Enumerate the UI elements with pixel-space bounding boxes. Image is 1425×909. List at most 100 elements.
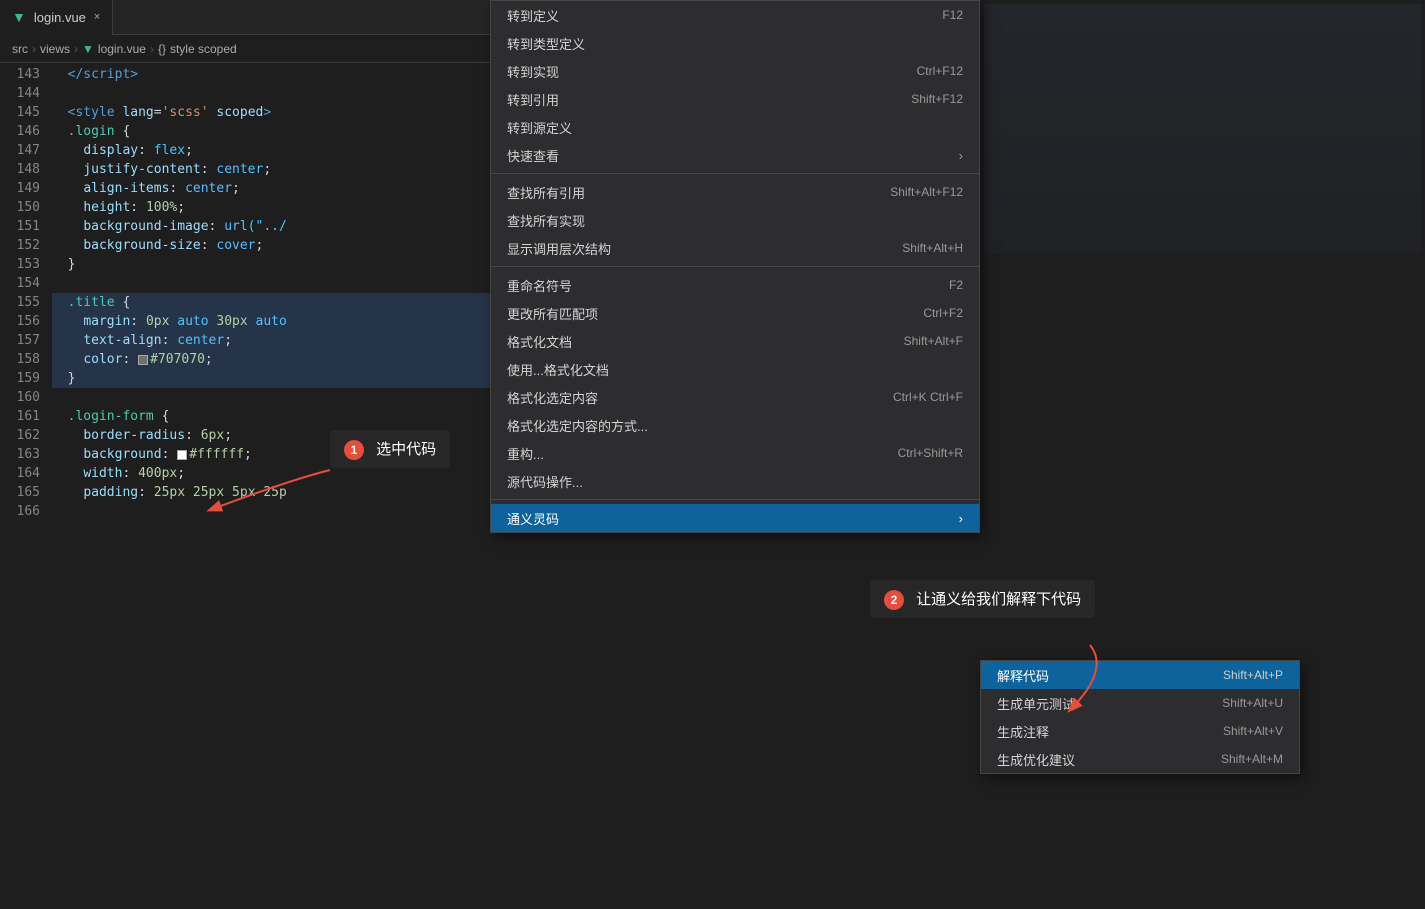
- tab-bar: ▼ login.vue ×: [0, 0, 490, 35]
- line-numbers: 143 144 145 146 147 148 149 150 151 152 …: [0, 63, 48, 909]
- arrow-2: [990, 640, 1190, 720]
- code-line-158: color: #707070;: [52, 350, 490, 369]
- menu-item-format-with[interactable]: 使用...格式化文档: [491, 355, 979, 383]
- code-line-149: align-items: center;: [52, 179, 490, 198]
- arrow-1: [130, 460, 350, 520]
- submenu-item-comment[interactable]: 生成注释 Shift+Alt+V: [981, 717, 1299, 745]
- menu-shortcut: Shift+F12: [911, 92, 963, 106]
- menu-label: 显示调用层次结构: [507, 239, 611, 258]
- menu-item-refactor[interactable]: 重构... Ctrl+Shift+R: [491, 439, 979, 467]
- menu-shortcut: Shift+Alt+H: [902, 241, 963, 255]
- submenu-label: 生成优化建议: [997, 750, 1075, 769]
- code-line-151: background-image: url("../: [52, 217, 490, 236]
- menu-item-find-all-impl[interactable]: 查找所有实现: [491, 206, 979, 234]
- chevron-right-icon: ›: [959, 148, 963, 163]
- submenu-shortcut: Shift+Alt+V: [1223, 724, 1283, 738]
- menu-separator-1: [491, 173, 979, 174]
- breadcrumb-vue-icon: ▼: [82, 42, 94, 56]
- code-line-154: [52, 274, 490, 293]
- vue-icon: ▼: [12, 9, 26, 25]
- menu-item-format-sel[interactable]: 格式化选定内容 Ctrl+K Ctrl+F: [491, 383, 979, 411]
- menu-item-quick-peek[interactable]: 快速查看 ›: [491, 141, 979, 169]
- code-line-155: .title {: [52, 293, 490, 312]
- code-line-159: }: [52, 369, 490, 388]
- menu-item-goto-impl[interactable]: 转到实现 Ctrl+F12: [491, 57, 979, 85]
- menu-label: 通义灵码: [507, 509, 559, 528]
- menu-label: 转到引用: [507, 90, 559, 109]
- code-line-156: margin: 0px auto 30px auto: [52, 312, 490, 331]
- breadcrumb-sep1: ›: [32, 42, 36, 56]
- breadcrumb-sep2: ›: [74, 42, 78, 56]
- breadcrumb-views[interactable]: views: [40, 42, 70, 56]
- submenu-shortcut: Shift+Alt+P: [1223, 668, 1283, 682]
- code-line-152: background-size: cover;: [52, 236, 490, 255]
- badge-number-2: 2: [884, 590, 904, 610]
- menu-item-format-sel-with[interactable]: 格式化选定内容的方式...: [491, 411, 979, 439]
- code-line-146: .login {: [52, 122, 490, 141]
- menu-label: 快速查看: [507, 146, 559, 165]
- breadcrumb-sep3: ›: [150, 42, 154, 56]
- menu-item-source-action[interactable]: 源代码操作...: [491, 467, 979, 495]
- breadcrumb-style[interactable]: style scoped: [170, 42, 237, 56]
- menu-label: 查找所有引用: [507, 183, 585, 202]
- menu-item-goto-ref[interactable]: 转到引用 Shift+F12: [491, 85, 979, 113]
- code-line-160: [52, 388, 490, 407]
- menu-shortcut: Ctrl+K Ctrl+F: [893, 390, 963, 404]
- menu-item-find-all-refs[interactable]: 查找所有引用 Shift+Alt+F12: [491, 178, 979, 206]
- tab-filename: login.vue: [34, 10, 86, 25]
- menu-label: 查找所有实现: [507, 211, 585, 230]
- submenu-label: 生成注释: [997, 722, 1049, 741]
- menu-separator-3: [491, 499, 979, 500]
- menu-label: 转到源定义: [507, 118, 572, 137]
- menu-item-goto-src[interactable]: 转到源定义: [491, 113, 979, 141]
- code-line-144: [52, 84, 490, 103]
- submenu-item-optimize[interactable]: 生成优化建议 Shift+Alt+M: [981, 745, 1299, 773]
- code-line-147: display: flex;: [52, 141, 490, 160]
- menu-shortcut: Ctrl+F12: [917, 64, 963, 78]
- code-line-161: .login-form {: [52, 407, 490, 426]
- editor-tab[interactable]: ▼ login.vue ×: [0, 0, 113, 35]
- code-line-157: text-align: center;: [52, 331, 490, 350]
- menu-label: 转到类型定义: [507, 34, 585, 53]
- menu-item-call-hierarchy[interactable]: 显示调用层次结构 Shift+Alt+H: [491, 234, 979, 262]
- tab-close-button[interactable]: ×: [94, 11, 100, 23]
- menu-item-goto-type-def[interactable]: 转到类型定义: [491, 29, 979, 57]
- menu-label: 格式化文档: [507, 332, 572, 351]
- chevron-right-icon-tongyi: ›: [959, 511, 963, 526]
- menu-label: 使用...格式化文档: [507, 360, 609, 379]
- menu-shortcut: Shift+Alt+F: [904, 334, 963, 348]
- badge-number-1: 1: [344, 440, 364, 460]
- menu-label: 重构...: [507, 444, 544, 463]
- menu-item-rename[interactable]: 重命名符号 F2: [491, 271, 979, 299]
- code-line-148: justify-content: center;: [52, 160, 490, 179]
- code-line-153: }: [52, 255, 490, 274]
- menu-item-tongyi[interactable]: 通义灵码 ›: [491, 504, 979, 532]
- menu-label: 格式化选定内容的方式...: [507, 416, 648, 435]
- code-line-145: <style lang='scss' scoped>: [52, 103, 490, 122]
- breadcrumb-braces: {}: [158, 42, 166, 56]
- code-line-143: </script>: [52, 65, 490, 84]
- menu-label: 格式化选定内容: [507, 388, 598, 407]
- menu-item-goto-def[interactable]: 转到定义 F12: [491, 1, 979, 29]
- breadcrumb-src[interactable]: src: [12, 42, 28, 56]
- menu-shortcut: Ctrl+F2: [923, 306, 963, 320]
- annotation-text-2: 让通义给我们解释下代码: [916, 591, 1081, 608]
- menu-shortcut: F2: [949, 278, 963, 292]
- submenu-shortcut: Shift+Alt+U: [1222, 696, 1283, 710]
- annotation-badge2: 2 让通义给我们解释下代码: [870, 580, 1095, 618]
- menu-label: 更改所有匹配项: [507, 304, 598, 323]
- menu-label: 源代码操作...: [507, 472, 583, 491]
- menu-shortcut: Ctrl+Shift+R: [898, 446, 963, 460]
- context-menu[interactable]: 转到定义 F12 转到类型定义 转到实现 Ctrl+F12 转到引用 Shift…: [490, 0, 980, 533]
- menu-label: 重命名符号: [507, 276, 572, 295]
- submenu-shortcut: Shift+Alt+M: [1221, 752, 1283, 766]
- breadcrumb-file[interactable]: login.vue: [98, 42, 146, 56]
- breadcrumb: src › views › ▼ login.vue › {} style sco…: [0, 35, 490, 63]
- menu-shortcut: Shift+Alt+F12: [890, 185, 963, 199]
- menu-item-format-doc[interactable]: 格式化文档 Shift+Alt+F: [491, 327, 979, 355]
- menu-label: 转到实现: [507, 62, 559, 81]
- code-line-150: height: 100%;: [52, 198, 490, 217]
- menu-shortcut: F12: [942, 8, 963, 22]
- menu-label: 转到定义: [507, 6, 559, 25]
- menu-item-change-all[interactable]: 更改所有匹配项 Ctrl+F2: [491, 299, 979, 327]
